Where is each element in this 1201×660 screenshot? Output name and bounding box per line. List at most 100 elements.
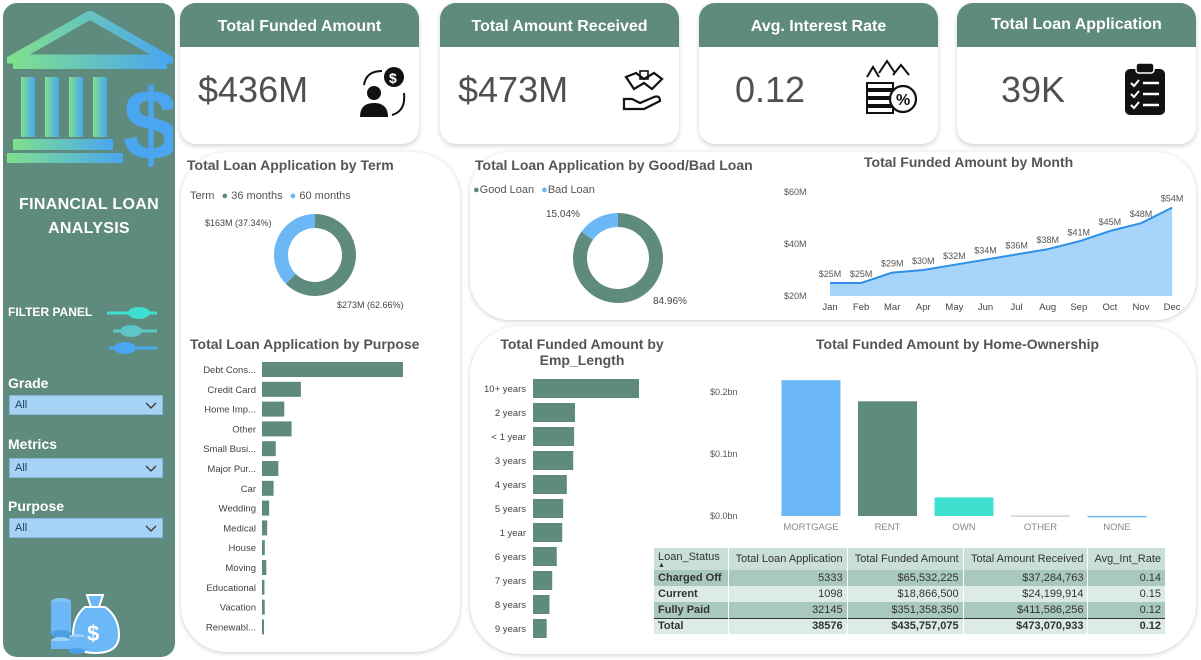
table-cell: Charged Off — [654, 570, 729, 586]
category-label: 5 years — [495, 504, 526, 515]
category-label: 10+ years — [484, 384, 526, 395]
data-label: $36M — [1005, 240, 1028, 250]
category-label: Medical — [223, 523, 256, 534]
bar — [533, 451, 574, 470]
bar — [262, 441, 276, 457]
bar — [262, 362, 403, 377]
column-header[interactable]: Avg_Int_Rate — [1087, 548, 1166, 570]
money-hand-icon: $ — [360, 67, 406, 117]
table-cell: $473,070,933 — [963, 617, 1089, 634]
category-label: NONE — [1103, 522, 1130, 533]
data-label: $25M — [819, 269, 842, 279]
column-header[interactable]: Total Amount Received — [963, 548, 1089, 570]
x-tick-label: Jun — [978, 302, 993, 313]
table-cell: Total — [654, 617, 729, 634]
kpi-value: 0.12 — [735, 69, 806, 110]
data-label: $54M — [1161, 194, 1184, 204]
y-tick-label: $0.2bn — [710, 387, 738, 397]
bar — [262, 500, 270, 516]
bar — [262, 619, 264, 635]
data-label: $273M (62.66%) — [337, 300, 404, 310]
home-chart-title: Total Funded Amount by Home-Ownership — [816, 336, 1100, 352]
table-cell: $351,358,350 — [847, 602, 964, 618]
category-label: 3 years — [495, 456, 526, 467]
kpi-title: Avg. Interest Rate — [699, 3, 938, 47]
goodbad-donut-chart: 15.04% 84.96% — [546, 209, 687, 307]
bank-logo-icon: $ — [7, 11, 173, 176]
table-row: Fully Paid 32145 $351,358,350 $411,586,2… — [654, 602, 1166, 618]
interest-coins-icon: % — [866, 59, 918, 114]
category-label: Major Pur... — [207, 464, 256, 475]
handshake-icon — [622, 70, 664, 111]
bar — [262, 401, 285, 417]
metrics-slicer-label: Metrics — [8, 436, 58, 452]
category-label: Vacation — [220, 603, 256, 614]
grade-slicer[interactable]: All — [9, 395, 163, 415]
bar — [1087, 515, 1147, 518]
purpose-chart-title: Total Loan Application by Purpose — [190, 336, 420, 352]
category-label: 1 year — [500, 528, 526, 539]
goodbad-legend: ●Good Loan ●Bad Loan — [473, 184, 595, 196]
column-header[interactable]: Total Funded Amount — [847, 548, 964, 570]
kpi-card-total-applications: Total Loan Application 39K — [957, 3, 1196, 144]
y-tick-label: $0.1bn — [710, 449, 738, 459]
table-cell: $37,284,763 — [963, 570, 1089, 586]
bar — [533, 379, 639, 398]
category-label: Other — [232, 424, 256, 435]
purpose-slicer[interactable]: All — [9, 518, 163, 538]
x-tick-label: Dec — [1164, 302, 1181, 313]
purpose-slicer-value: All — [15, 522, 28, 534]
bar — [262, 560, 267, 575]
bar — [533, 499, 564, 518]
category-label: House — [229, 543, 256, 554]
data-label: $45M — [1099, 217, 1122, 227]
kpi-card-total-received: Total Amount Received $473M — [440, 3, 679, 144]
x-tick-label: Nov — [1133, 302, 1150, 313]
data-label: $29M — [881, 259, 904, 269]
bar — [262, 599, 265, 615]
term-legend: Term ● 36 months ● 60 months — [190, 190, 351, 202]
data-label: 84.96% — [653, 296, 687, 307]
table-cell: Fully Paid — [654, 602, 729, 618]
y-tick-label: $20M — [784, 291, 807, 301]
emp-chart-title: Total Funded Amount by Emp_Length — [500, 336, 664, 368]
bar — [533, 571, 553, 590]
category-label: OTHER — [1024, 522, 1057, 533]
legend-item: Bad Loan — [547, 184, 595, 196]
column-header[interactable]: Total Loan Application — [728, 548, 848, 570]
table-total-row: Total 38576 $435,757,075 $473,070,933 0.… — [654, 617, 1166, 634]
table-cell: $435,757,075 — [847, 617, 964, 634]
legend-item: Good Loan — [479, 184, 535, 196]
table-row: Charged Off 5333 $65,532,225 $37,284,763… — [654, 570, 1166, 586]
bar — [781, 380, 841, 516]
grade-slicer-value: All — [15, 399, 28, 411]
category-label: Car — [241, 484, 256, 495]
column-header[interactable]: Loan_Status ▲ — [654, 548, 729, 570]
grade-slicer-label: Grade — [8, 375, 49, 391]
table-cell: 0.12 — [1087, 617, 1166, 634]
bar — [533, 427, 575, 446]
category-label: RENT — [875, 522, 901, 533]
x-tick-label: Jan — [822, 302, 837, 313]
table-cell: $65,532,225 — [847, 570, 964, 586]
table-cell: Current — [654, 586, 729, 602]
goodbad-chart-title: Total Loan Application by Good/Bad Loan — [475, 157, 753, 173]
category-label: 6 years — [495, 552, 526, 563]
category-label: 2 years — [495, 408, 526, 419]
y-tick-label: $40M — [784, 239, 807, 249]
dashboard-title: FINANCIAL LOAN ANALYSIS — [19, 196, 159, 237]
kpi-title: Total Loan Application — [957, 3, 1196, 47]
category-label: Home Imp... — [204, 405, 256, 416]
metrics-slicer[interactable]: All — [9, 458, 163, 478]
category-label: Wedding — [219, 504, 256, 515]
x-tick-label: Apr — [916, 302, 931, 313]
bar — [1011, 515, 1070, 517]
data-label: $38M — [1036, 235, 1059, 245]
bar — [262, 540, 265, 556]
svg-text:%: % — [896, 92, 910, 109]
legend-title: Term — [190, 190, 215, 202]
table-cell: 38576 — [728, 617, 848, 634]
donut-slice — [274, 214, 315, 284]
kpi-card-total-funded: Total Funded Amount $436M $ — [180, 3, 419, 144]
table-cell: $18,866,500 — [847, 586, 964, 602]
